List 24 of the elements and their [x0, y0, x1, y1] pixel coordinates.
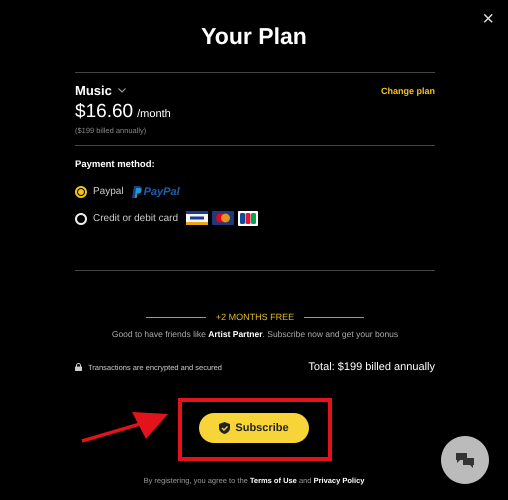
- total-price: Total: $199 billed annually: [308, 361, 435, 373]
- subscribe-button[interactable]: Subscribe: [199, 413, 309, 443]
- promo-message: Good to have friends like Artist Partner. Subscribe now and get your bonus: [110, 329, 400, 339]
- paypal-icon: [132, 186, 142, 198]
- payment-option-label: Paypal: [93, 186, 124, 197]
- mastercard-icon: [212, 211, 234, 225]
- payment-method-label: Payment method:: [75, 159, 156, 170]
- lock-icon: [75, 363, 82, 371]
- plan-name[interactable]: Music: [75, 83, 112, 98]
- chat-bubbles-icon: [455, 452, 475, 468]
- dialog-title: Your Plan: [201, 25, 307, 48]
- visa-card-icon: [186, 211, 208, 225]
- radio-button[interactable]: [75, 186, 87, 198]
- payment-option-label: Credit or debit card: [93, 213, 178, 224]
- price-period: /month: [137, 108, 171, 120]
- change-plan-link[interactable]: Change plan: [380, 86, 435, 96]
- shield-check-icon: [219, 422, 230, 434]
- promo-label: +2 MONTHS FREE: [216, 312, 294, 322]
- close-button[interactable]: ×: [478, 8, 498, 31]
- plan-price: $16.60: [75, 101, 134, 123]
- paypal-logo: PayPal: [144, 186, 180, 198]
- chevron-down-icon[interactable]: [118, 88, 126, 93]
- chat-button[interactable]: [441, 436, 489, 484]
- jcb-card-icon: [238, 211, 258, 226]
